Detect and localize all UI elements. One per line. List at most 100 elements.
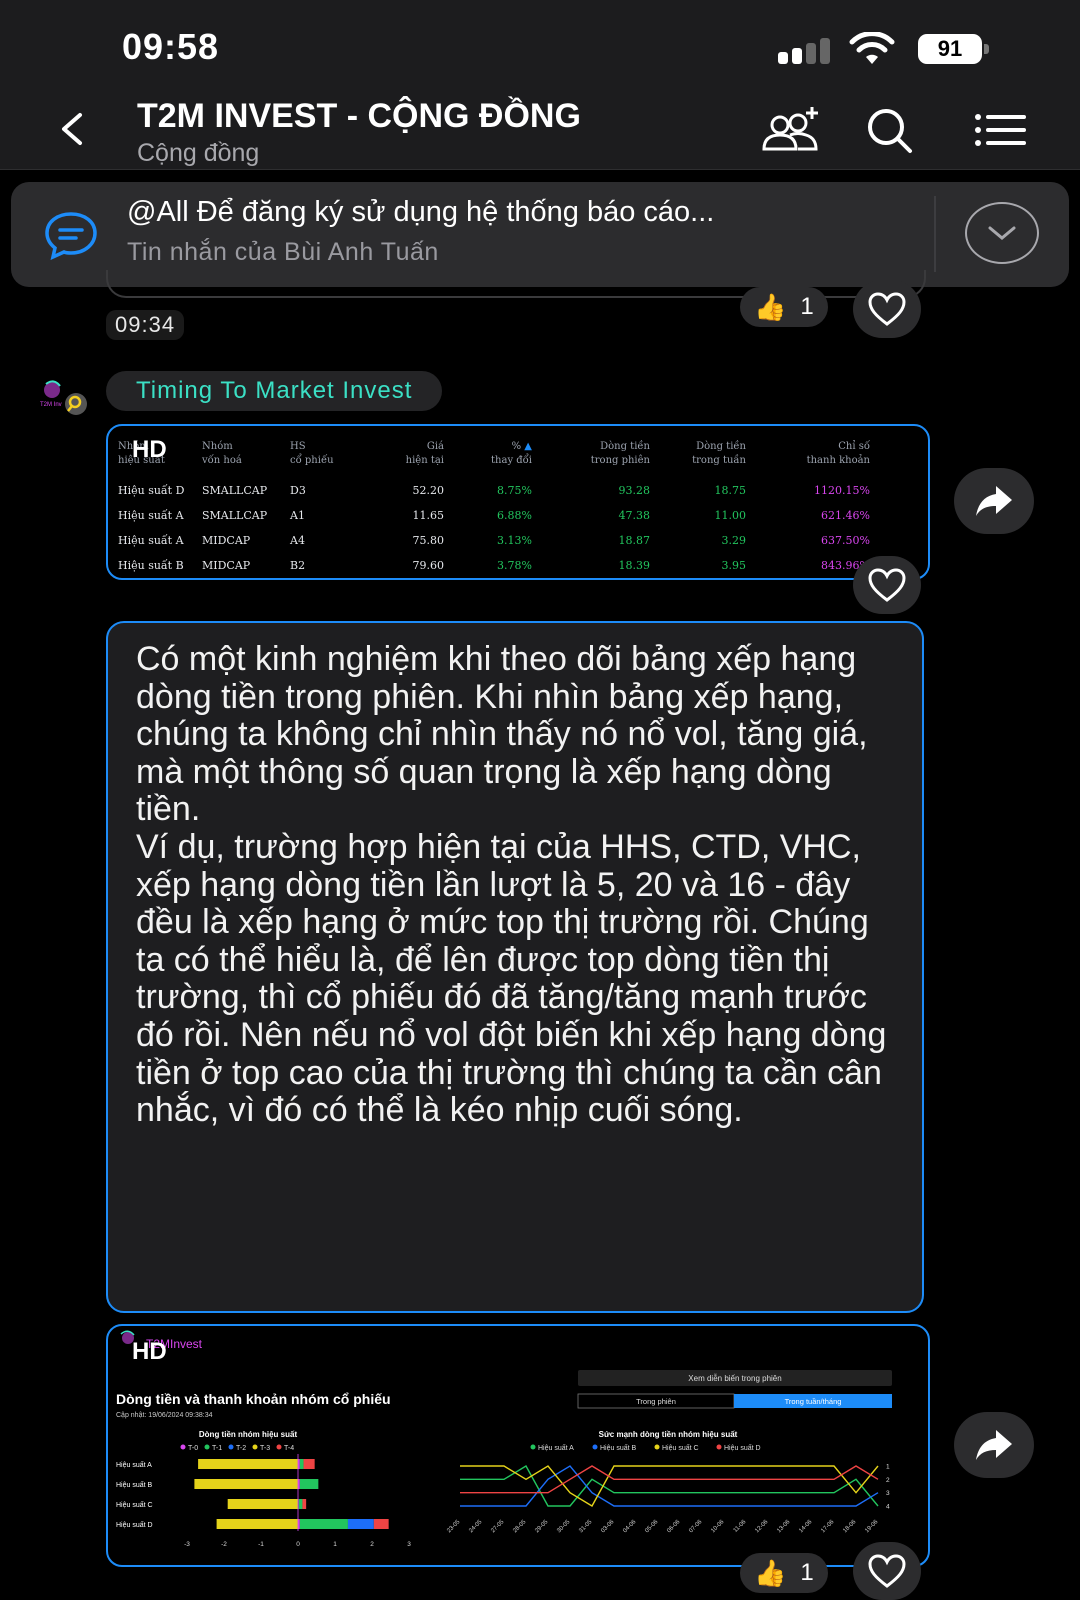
table-row: Hiệu suất B MIDCAP B2 79.60 3.78% 18.39 3.95 84… <box>118 553 874 578</box>
legend-marker <box>204 1444 210 1450</box>
chat-header: T2M INVEST - CỘNG ĐỒNG Cộng đồng <box>0 95 1080 170</box>
back-icon[interactable] <box>52 109 92 149</box>
table-cell: 93.28 <box>618 484 651 497</box>
pinned-sender: Tin nhắn của Bùi Anh Tuấn <box>127 238 439 266</box>
x-tick-label: -1 <box>258 1541 264 1548</box>
image-message-table[interactable]: Nhóm hiệu suất Nhóm vốn hoá HS cổ phiếu Giá… <box>106 424 930 580</box>
x-tick-label: 27-05 <box>490 1519 506 1535</box>
table-cell: MIDCAP <box>202 534 251 547</box>
x-tick-label: 2 <box>370 1541 374 1548</box>
table-cell: 11.00 <box>714 509 747 522</box>
reaction-badge[interactable]: 👍 1 <box>740 1553 828 1593</box>
table-row: Hiệu suất A MIDCAP A4 75.80 3.13% 18.87 3.29 63… <box>118 528 874 553</box>
sender-avatar[interactable]: T2M Inv <box>38 376 92 420</box>
svg-text:T2M Inv: T2M Inv <box>40 402 62 408</box>
x-tick-label: 24-05 <box>468 1519 484 1535</box>
menu-icon[interactable] <box>972 105 1036 155</box>
x-tick-label: 05-06 <box>644 1519 660 1535</box>
heart-icon <box>868 292 906 326</box>
y-tick-label: 1 <box>886 1464 890 1471</box>
x-tick-label: 18-06 <box>842 1519 858 1535</box>
expand-pinned-button[interactable] <box>965 202 1039 264</box>
table-header: Dòng tiền trong phiên <box>590 441 650 466</box>
table-header: Giá hiện tại <box>405 441 444 466</box>
like-button[interactable] <box>853 280 921 338</box>
series-line <box>460 1465 879 1507</box>
x-tick-label: 29-05 <box>534 1519 550 1535</box>
table-header: Nhóm vốn hoá <box>202 441 242 466</box>
y-tick-label: 3 <box>886 1490 890 1497</box>
table-cell: MIDCAP <box>202 559 251 572</box>
sender-name: Timing To Market Invest <box>136 377 413 404</box>
bar-segment <box>194 1479 298 1489</box>
x-tick-label: 30-05 <box>556 1519 572 1535</box>
add-member-icon[interactable] <box>760 105 824 155</box>
table-cell: SMALLCAP <box>202 484 268 497</box>
hd-badge: HD <box>132 1338 167 1365</box>
heart-icon <box>868 568 906 602</box>
table-header: HS cổ phiếu <box>290 441 334 466</box>
divider <box>934 196 936 272</box>
bar-segment <box>227 1499 298 1509</box>
legend-label: T-3 <box>260 1445 270 1452</box>
legend-label: T-1 <box>212 1445 222 1452</box>
legend-marker <box>276 1444 282 1450</box>
bar-segment <box>198 1459 298 1469</box>
legend-label: T-4 <box>284 1445 294 1452</box>
series-line <box>460 1465 879 1507</box>
search-icon[interactable] <box>858 105 922 155</box>
x-tick-label: 06-06 <box>666 1519 682 1535</box>
x-tick-label: -2 <box>221 1541 227 1548</box>
table-cell: 3.95 <box>721 559 747 572</box>
share-arrow-icon <box>976 486 1012 516</box>
bar-segment <box>373 1519 389 1529</box>
forward-button[interactable] <box>954 1412 1034 1478</box>
ranking-table: Nhóm hiệu suất Nhóm vốn hoá HS cổ phiếu Giá… <box>118 440 874 578</box>
table-cell: Hiệu suất A <box>118 509 184 522</box>
legend-marker <box>654 1444 660 1450</box>
table-cell: 1120.15% <box>814 484 870 497</box>
bar-segment <box>299 1459 304 1469</box>
like-button[interactable] <box>853 556 921 614</box>
table-cell: A1 <box>290 509 305 522</box>
table-cell: D3 <box>290 484 306 497</box>
text-message[interactable]: Có một kinh nghiệm khi theo dõi bảng xếp… <box>106 621 924 1313</box>
table-header: Chỉ số thanh khoản <box>806 441 870 466</box>
legend-marker <box>530 1444 536 1450</box>
legend-label: Hiệu suất C <box>662 1443 699 1452</box>
table-header: % ▲ thay đổi <box>491 441 532 466</box>
table-cell: Hiệu suất A <box>118 534 184 547</box>
y-tick-label: 2 <box>886 1477 890 1484</box>
legend-label: Hiệu suất B <box>600 1443 637 1452</box>
reaction-count: 1 <box>800 1559 814 1586</box>
legend-marker <box>592 1444 598 1450</box>
tab-intraday-label: Trong phiên <box>636 1397 676 1406</box>
line-chart-title: Sức mạnh dòng tiền nhóm hiệu suất <box>599 1430 738 1439</box>
forward-button[interactable] <box>954 468 1034 534</box>
table-cell: 47.38 <box>618 509 651 522</box>
pinned-text: @All Để đăng ký sử dụng hệ thống báo cáo… <box>127 196 715 228</box>
share-arrow-icon <box>976 1430 1012 1460</box>
table-cell: 18.87 <box>618 534 651 547</box>
like-button[interactable] <box>853 1542 921 1600</box>
legend-marker <box>180 1444 186 1450</box>
bar-segment <box>299 1479 319 1489</box>
tab-week-month-label: Trong tuần/tháng <box>785 1397 842 1406</box>
battery-level: 91 <box>918 34 982 64</box>
reaction-count: 1 <box>800 293 814 320</box>
table-cell: 75.80 <box>412 534 445 547</box>
category-label: Hiệu suất D <box>116 1520 153 1529</box>
x-tick-label: 28-05 <box>512 1519 528 1535</box>
reaction-badge[interactable]: 👍 1 <box>740 287 828 327</box>
sender-name-pill[interactable]: Timing To Market Invest <box>106 371 443 411</box>
table-cell: 18.75 <box>714 484 747 497</box>
table-cell: 79.60 <box>412 559 445 572</box>
chart-title: Dòng tiền và thanh khoản nhóm cổ phiếu <box>116 1391 391 1407</box>
x-tick-label: 07-06 <box>688 1519 704 1535</box>
image-message-chart[interactable]: T2MInvest Dòng tiền và thanh khoản nhóm … <box>106 1324 930 1567</box>
table-cell: 3.29 <box>721 534 747 547</box>
status-bar: 09:58 91 <box>0 0 1080 95</box>
bar-segment <box>216 1519 298 1529</box>
table-row: Hiệu suất D SMALLCAP D3 52.20 8.75% 93.28 18.7… <box>118 478 874 503</box>
bar-segment <box>302 1499 307 1509</box>
